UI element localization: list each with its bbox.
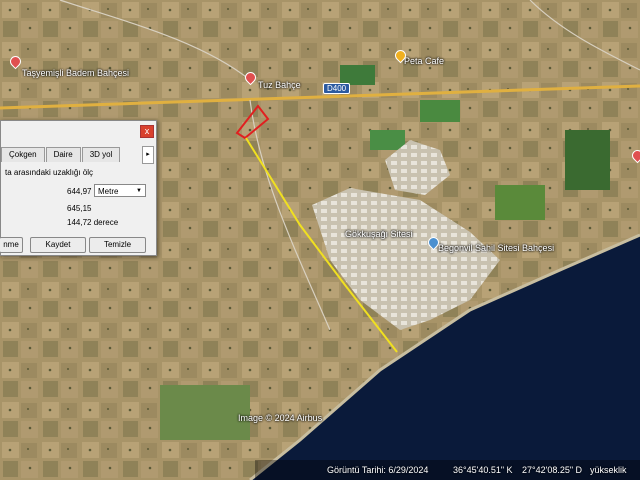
latitude: 36°45'40.51" K — [453, 465, 513, 475]
place-label[interactable]: Begonvil Sahil Sitesi Bahçesi — [438, 243, 554, 253]
heading-value: 144,72 derece — [67, 218, 119, 227]
save-button[interactable]: Kaydet — [30, 237, 86, 253]
tab-circle[interactable]: Daire — [45, 147, 81, 162]
tab-polygon[interactable]: Çokgen — [1, 147, 45, 162]
place-label[interactable]: Gökkuşağı Sitesi — [345, 229, 413, 239]
place-label[interactable]: Taşyemişli Badem Bahçesi — [22, 68, 129, 78]
ground-length-value: 645,15 — [67, 204, 92, 213]
tab-scroll-right-icon[interactable]: ▸ — [142, 146, 154, 164]
measure-description: ta arasındaki uzaklığı ölç — [5, 168, 94, 177]
longitude: 27°42'08.25" D — [522, 465, 583, 475]
tab-3d-path[interactable]: 3D yol — [81, 147, 121, 162]
ruler-dialog[interactable]: x Çokgen Daire 3D yol ▸ ta arasındaki uz… — [0, 120, 157, 256]
place-label[interactable]: Tuz Bahçe — [258, 80, 301, 90]
imagery-attribution: Image © 2024 Airbus — [238, 413, 323, 423]
green-field — [160, 385, 250, 440]
imagery-date: Görüntü Tarihi: 6/29/2024 — [327, 465, 429, 475]
unit-select-label: Metre — [98, 187, 119, 196]
map-length-value: 644,97 — [67, 187, 92, 196]
clear-button[interactable]: Temizle — [89, 237, 146, 253]
status-bar — [255, 460, 640, 480]
green-field — [565, 130, 610, 190]
green-field — [495, 185, 545, 220]
green-field — [370, 130, 405, 150]
chevron-down-icon: ▼ — [136, 188, 142, 194]
place-label[interactable]: Peta Cafe — [404, 56, 444, 66]
ruler-tabs: Çokgen Daire 3D yol — [1, 147, 141, 163]
mouse-navigation-button[interactable]: nme — [0, 237, 23, 253]
close-button[interactable]: x — [140, 125, 154, 138]
unit-select[interactable]: Metre ▼ — [94, 184, 146, 197]
road-shield: D400 — [323, 83, 351, 94]
green-field — [420, 100, 460, 122]
green-field — [340, 65, 375, 85]
elevation-label: yükseklik — [590, 465, 627, 475]
